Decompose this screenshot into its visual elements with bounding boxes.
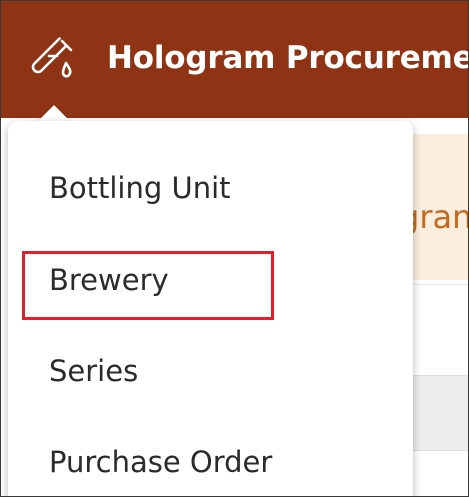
menu-item-bottling-unit[interactable]: Bottling Unit bbox=[49, 171, 231, 205]
table-header-strip bbox=[411, 375, 468, 451]
divider bbox=[411, 284, 468, 285]
menu-item-purchase-order[interactable]: Purchase Order bbox=[49, 445, 272, 479]
menu-item-series[interactable]: Series bbox=[49, 354, 138, 388]
app-frame: Hologram Procurement gran Bottling Unit … bbox=[0, 0, 469, 497]
menu-item-brewery[interactable]: Brewery bbox=[49, 263, 169, 297]
test-tube-icon[interactable] bbox=[31, 37, 75, 81]
app-title: Hologram Procurement bbox=[107, 40, 468, 76]
app-header: Hologram Procurement bbox=[1, 1, 468, 118]
